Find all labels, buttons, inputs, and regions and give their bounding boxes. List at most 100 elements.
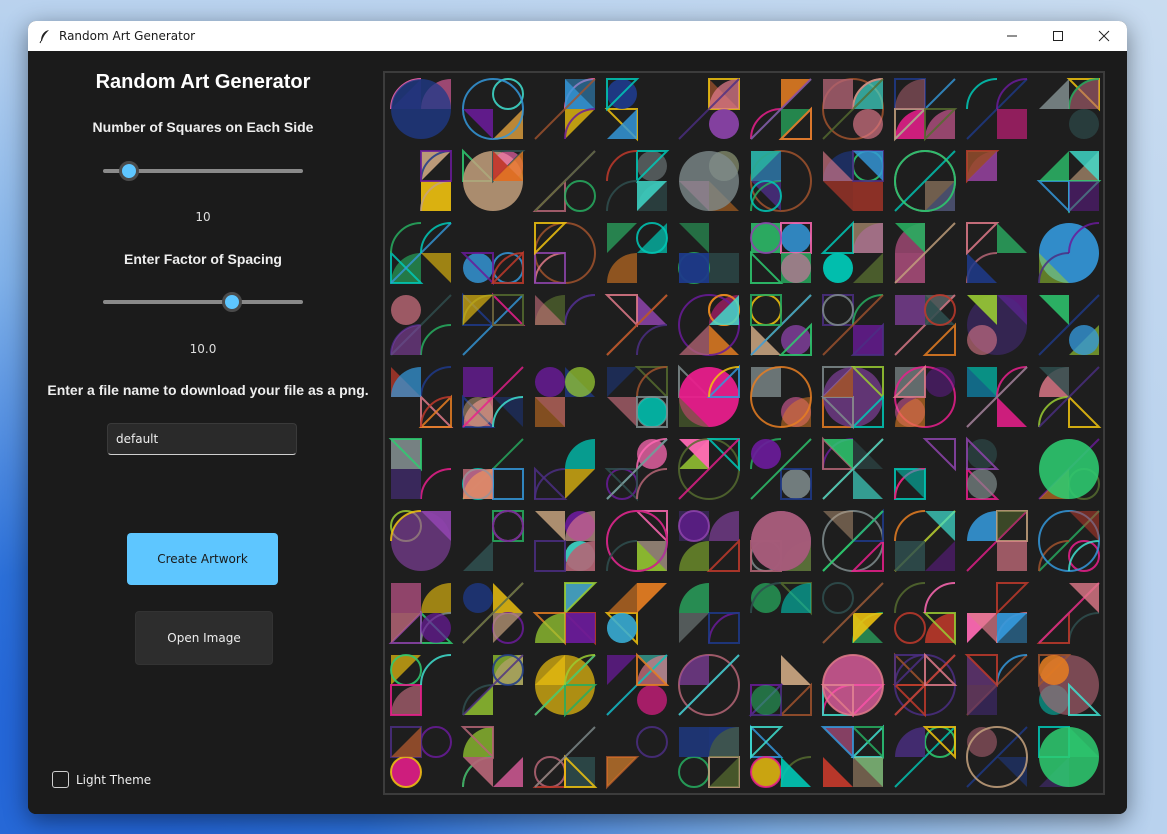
art-shape [679, 253, 709, 283]
art-tile [1038, 222, 1100, 284]
art-shape [822, 294, 854, 326]
art-tile [750, 150, 812, 212]
art-shape [925, 541, 955, 571]
art-tile [966, 222, 1027, 284]
art-shape [922, 322, 956, 356]
squares-slider-thumb[interactable] [119, 161, 139, 181]
art-shape [391, 727, 421, 757]
art-tile [1038, 726, 1099, 787]
art-shape [894, 510, 926, 542]
art-shape [823, 253, 853, 283]
art-tile [820, 654, 886, 718]
art-shape [391, 685, 421, 715]
art-tile [388, 438, 452, 500]
art-shape [895, 295, 925, 325]
light-theme-toggle[interactable]: Light Theme [52, 771, 151, 788]
art-tile [606, 510, 668, 572]
art-shape [565, 367, 595, 397]
art-tile [967, 295, 1027, 355]
squares-value: 10 [195, 210, 211, 224]
art-shape [391, 613, 421, 643]
art-tile [678, 438, 740, 500]
art-shape [1069, 109, 1099, 139]
art-shape [607, 655, 637, 685]
title-bar[interactable]: Random Art Generator [28, 21, 1127, 51]
art-tile [604, 78, 640, 142]
art-shape [679, 541, 709, 571]
light-theme-checkbox[interactable] [52, 771, 69, 788]
art-shape [853, 109, 883, 139]
art-tile [532, 582, 598, 646]
art-tile [1038, 510, 1100, 572]
art-tile [966, 150, 1000, 184]
art-shape [967, 469, 997, 499]
art-shape [636, 324, 668, 356]
art-shape [565, 439, 595, 469]
squares-label: Number of Squares on Each Side [92, 119, 314, 135]
spacing-slider-thumb[interactable] [222, 292, 242, 312]
art-shape [751, 511, 811, 571]
art-svg [388, 78, 1102, 790]
art-shape [1039, 151, 1069, 181]
art-shape [493, 757, 523, 787]
close-button[interactable] [1081, 21, 1127, 51]
filename-input[interactable] [107, 423, 297, 455]
art-tile [462, 78, 524, 140]
art-shape [1069, 325, 1099, 355]
art-shape [391, 295, 421, 325]
art-canvas [383, 71, 1105, 795]
art-tile [604, 583, 667, 646]
art-shape [604, 294, 638, 328]
art-shape [679, 613, 709, 643]
art-tile [462, 148, 526, 211]
minimize-icon [1007, 35, 1017, 37]
art-shape [679, 583, 709, 613]
art-tile [750, 294, 812, 356]
art-shape [894, 582, 926, 614]
art-shape [823, 79, 853, 109]
art-shape [535, 397, 565, 427]
art-shape [564, 180, 596, 212]
art-tile [822, 582, 884, 644]
squares-slider[interactable] [103, 161, 303, 181]
open-image-button[interactable]: Open Image [135, 611, 273, 665]
minimize-button[interactable] [989, 21, 1035, 51]
art-shape [463, 367, 493, 397]
art-tile [822, 436, 884, 500]
art-tile [750, 366, 812, 428]
art-shape [1039, 79, 1069, 109]
art-tile [391, 366, 454, 428]
art-shape [607, 253, 637, 283]
spacing-slider-track[interactable] [103, 300, 303, 304]
art-shape [997, 397, 1027, 427]
art-shape [996, 582, 1030, 616]
art-tile [679, 583, 740, 644]
art-shape [421, 253, 451, 283]
art-shape [922, 438, 956, 472]
art-shape [535, 367, 565, 397]
art-tile [894, 582, 956, 646]
spacing-slider[interactable] [103, 292, 303, 312]
create-artwork-button[interactable]: Create Artwork [127, 533, 278, 585]
art-shape [967, 325, 997, 355]
maximize-icon [1053, 31, 1063, 41]
art-shape [706, 538, 740, 572]
art-tile [1038, 654, 1102, 716]
art-tile [820, 724, 884, 787]
maximize-button[interactable] [1035, 21, 1081, 51]
art-shape [535, 511, 565, 541]
art-tile [894, 294, 956, 356]
art-tile [966, 726, 1028, 788]
art-shape [391, 469, 421, 499]
art-tile [820, 366, 884, 430]
art-shape [1068, 612, 1100, 644]
art-tile [822, 294, 884, 356]
art-shape [564, 294, 596, 326]
art-shape [997, 109, 1027, 139]
art-shape [895, 79, 925, 109]
art-tile [678, 510, 740, 572]
art-tile [678, 223, 739, 284]
art-tile [964, 654, 1028, 716]
art-tile [390, 294, 452, 356]
art-shape [966, 222, 1000, 256]
